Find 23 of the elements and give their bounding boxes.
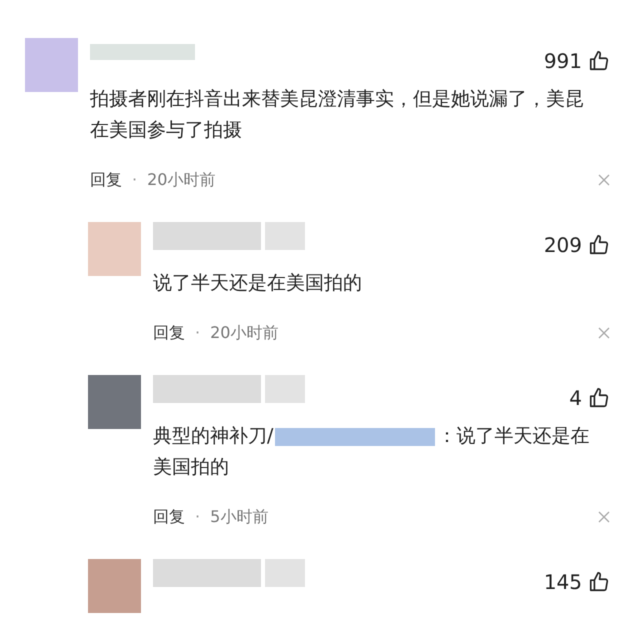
- blurred-name: [265, 559, 305, 587]
- comment-text: 典型的神补刀/ ：说了半天还是在美国拍的: [153, 424, 590, 480]
- comment-text: 说了半天还是在美国拍的: [153, 271, 363, 296]
- blurred-name: [265, 222, 305, 250]
- thumbs-up-icon[interactable]: [588, 571, 610, 593]
- separator-dot: ·: [132, 169, 138, 191]
- separator-dot: ·: [195, 322, 200, 344]
- thumbs-up-icon[interactable]: [588, 234, 610, 256]
- like-count: 991: [544, 48, 582, 75]
- thumbs-up-icon[interactable]: [588, 387, 610, 409]
- comment-text: 拍摄者刚在抖音出来替美昆澄清事实，但是她说漏了，美昆在美国参与了拍摄: [90, 87, 585, 143]
- comment-time: 20小时前: [147, 169, 216, 191]
- reply-button[interactable]: 回复: [153, 505, 185, 529]
- reply-button[interactable]: 回复: [90, 168, 122, 192]
- comment-time: 20小时前: [210, 322, 278, 344]
- reply-button[interactable]: 回复: [153, 321, 185, 345]
- like-count: 145: [544, 569, 582, 596]
- separator-dot: ·: [195, 506, 200, 528]
- thumbs-up-icon[interactable]: [588, 50, 610, 72]
- blurred-name: [265, 375, 305, 403]
- like-count: 209: [544, 232, 582, 259]
- comment-time: 5小时前: [210, 506, 268, 528]
- like-count: 4: [569, 385, 582, 412]
